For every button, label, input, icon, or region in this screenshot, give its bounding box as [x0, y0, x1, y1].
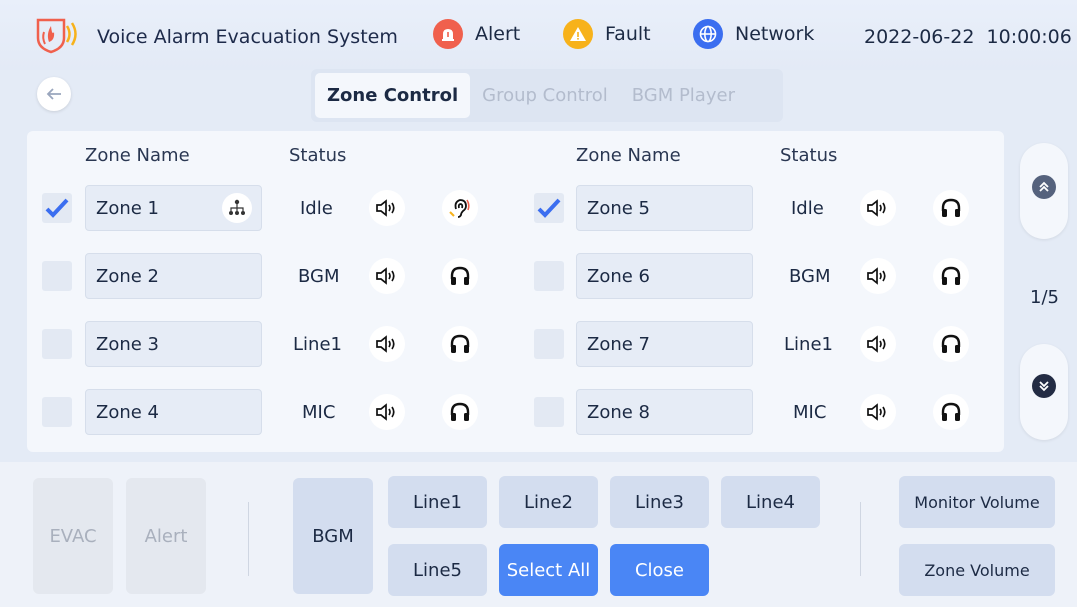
zone-4-headphone-icon[interactable] — [442, 394, 478, 430]
date: 2022-06-22 — [864, 26, 975, 48]
network-label: Network — [735, 23, 815, 45]
zone-2-speaker-icon[interactable] — [369, 258, 405, 294]
zone-8-status: MIC — [793, 402, 827, 423]
zone-7-status: Line1 — [784, 334, 833, 355]
tab-group-control[interactable]: Group Control — [470, 73, 620, 118]
line5-button[interactable]: Line5 — [388, 544, 487, 596]
bgm-button[interactable]: BGM — [293, 478, 373, 594]
zone-7-label: Zone 7 — [587, 333, 650, 355]
zone-5-headphone-icon[interactable] — [933, 190, 969, 226]
zone-6-name[interactable]: Zone 6 — [576, 253, 753, 299]
network-status[interactable]: Network — [693, 19, 814, 49]
warning-icon — [563, 19, 593, 49]
zone-2-label: Zone 2 — [96, 265, 159, 287]
zone-3-checkbox[interactable] — [42, 329, 72, 359]
zone-7-checkbox[interactable] — [534, 329, 564, 359]
group-tree-icon[interactable] — [222, 193, 252, 223]
zone-3-name[interactable]: Zone 3 — [85, 321, 262, 367]
zone-8-speaker-icon[interactable] — [860, 394, 896, 430]
line3-button[interactable]: Line3 — [610, 476, 709, 528]
back-arrow-icon — [46, 88, 61, 100]
zone-5-speaker-icon[interactable] — [860, 190, 896, 226]
zone-table: Zone Name Status Zone Name Status Zone 1… — [27, 131, 1004, 452]
zone-4-speaker-icon[interactable] — [369, 394, 405, 430]
line4-button[interactable]: Line4 — [721, 476, 820, 528]
zone-8-checkbox[interactable] — [534, 397, 564, 427]
zone-8-headphone-icon[interactable] — [933, 394, 969, 430]
zone-7-headphone-icon[interactable] — [933, 326, 969, 362]
zone-6-status: BGM — [789, 266, 831, 287]
zone-6-checkbox[interactable] — [534, 261, 564, 291]
fault-label: Fault — [605, 23, 651, 45]
checkmark-icon — [537, 198, 561, 218]
zone-6-headphone-icon[interactable] — [933, 258, 969, 294]
zone-6-label: Zone 6 — [587, 265, 650, 287]
zone-1-ear-icon[interactable] — [442, 190, 478, 226]
tab-bar: Zone Control Group Control BGM Player — [311, 69, 783, 122]
back-button[interactable] — [37, 77, 71, 111]
alert-status[interactable]: Alert — [433, 19, 520, 49]
app-title: Voice Alarm Evacuation System — [97, 26, 398, 48]
zone-1-speaker-icon[interactable] — [369, 190, 405, 226]
page-down-button[interactable] — [1020, 344, 1068, 440]
page-indicator: 1/5 — [1030, 287, 1059, 308]
zone-3-status: Line1 — [293, 334, 342, 355]
zone-2-headphone-icon[interactable] — [442, 258, 478, 294]
page-up-button[interactable] — [1020, 143, 1068, 239]
header-zone-name-right: Zone Name — [576, 145, 681, 166]
divider — [860, 502, 861, 576]
zone-5-label: Zone 5 — [587, 197, 650, 219]
double-chevron-down-icon — [1032, 374, 1056, 398]
alert-button[interactable]: Alert — [126, 478, 206, 594]
logo-icon — [34, 14, 84, 54]
zone-4-status: MIC — [302, 402, 336, 423]
datetime: 2022-06-22 10:00:06 — [864, 26, 1072, 48]
zone-7-name[interactable]: Zone 7 — [576, 321, 753, 367]
zone-6-speaker-icon[interactable] — [860, 258, 896, 294]
bottom-toolbar: EVAC Alert BGM Line1 Line2 Line3 Line4 L… — [0, 462, 1077, 607]
evac-button[interactable]: EVAC — [33, 478, 113, 594]
zone-1-status: Idle — [300, 198, 333, 219]
zone-1-label: Zone 1 — [96, 197, 159, 219]
monitor-volume-button[interactable]: Monitor Volume — [899, 476, 1055, 528]
zone-volume-button[interactable]: Zone Volume — [899, 544, 1055, 596]
zone-2-checkbox[interactable] — [42, 261, 72, 291]
zone-2-status: BGM — [298, 266, 340, 287]
zone-8-name[interactable]: Zone 8 — [576, 389, 753, 435]
zone-5-name[interactable]: Zone 5 — [576, 185, 753, 231]
close-button[interactable]: Close — [610, 544, 709, 596]
zone-1-checkbox[interactable] — [42, 193, 72, 223]
header-status-left: Status — [289, 145, 347, 166]
zone-4-name[interactable]: Zone 4 — [85, 389, 262, 435]
zone-3-speaker-icon[interactable] — [369, 326, 405, 362]
top-bar: Voice Alarm Evacuation System Alert Faul… — [0, 0, 1077, 70]
checkmark-icon — [45, 198, 69, 218]
double-chevron-up-icon — [1032, 175, 1056, 199]
zone-5-status: Idle — [791, 198, 824, 219]
divider — [248, 502, 249, 576]
line2-button[interactable]: Line2 — [499, 476, 598, 528]
zone-4-label: Zone 4 — [96, 401, 159, 423]
zone-3-label: Zone 3 — [96, 333, 159, 355]
globe-icon — [693, 19, 723, 49]
select-all-button[interactable]: Select All — [499, 544, 598, 596]
zone-5-checkbox[interactable] — [534, 193, 564, 223]
zone-3-headphone-icon[interactable] — [442, 326, 478, 362]
time: 10:00:06 — [986, 26, 1072, 48]
header-zone-name-left: Zone Name — [85, 145, 190, 166]
zone-8-label: Zone 8 — [587, 401, 650, 423]
fault-status[interactable]: Fault — [563, 19, 651, 49]
line1-button[interactable]: Line1 — [388, 476, 487, 528]
alarm-icon — [433, 19, 463, 49]
tab-bgm-player[interactable]: BGM Player — [620, 73, 747, 118]
zone-2-name[interactable]: Zone 2 — [85, 253, 262, 299]
alert-label: Alert — [475, 23, 521, 45]
header-status-right: Status — [780, 145, 838, 166]
zone-4-checkbox[interactable] — [42, 397, 72, 427]
zone-7-speaker-icon[interactable] — [860, 326, 896, 362]
tab-zone-control[interactable]: Zone Control — [315, 73, 471, 118]
